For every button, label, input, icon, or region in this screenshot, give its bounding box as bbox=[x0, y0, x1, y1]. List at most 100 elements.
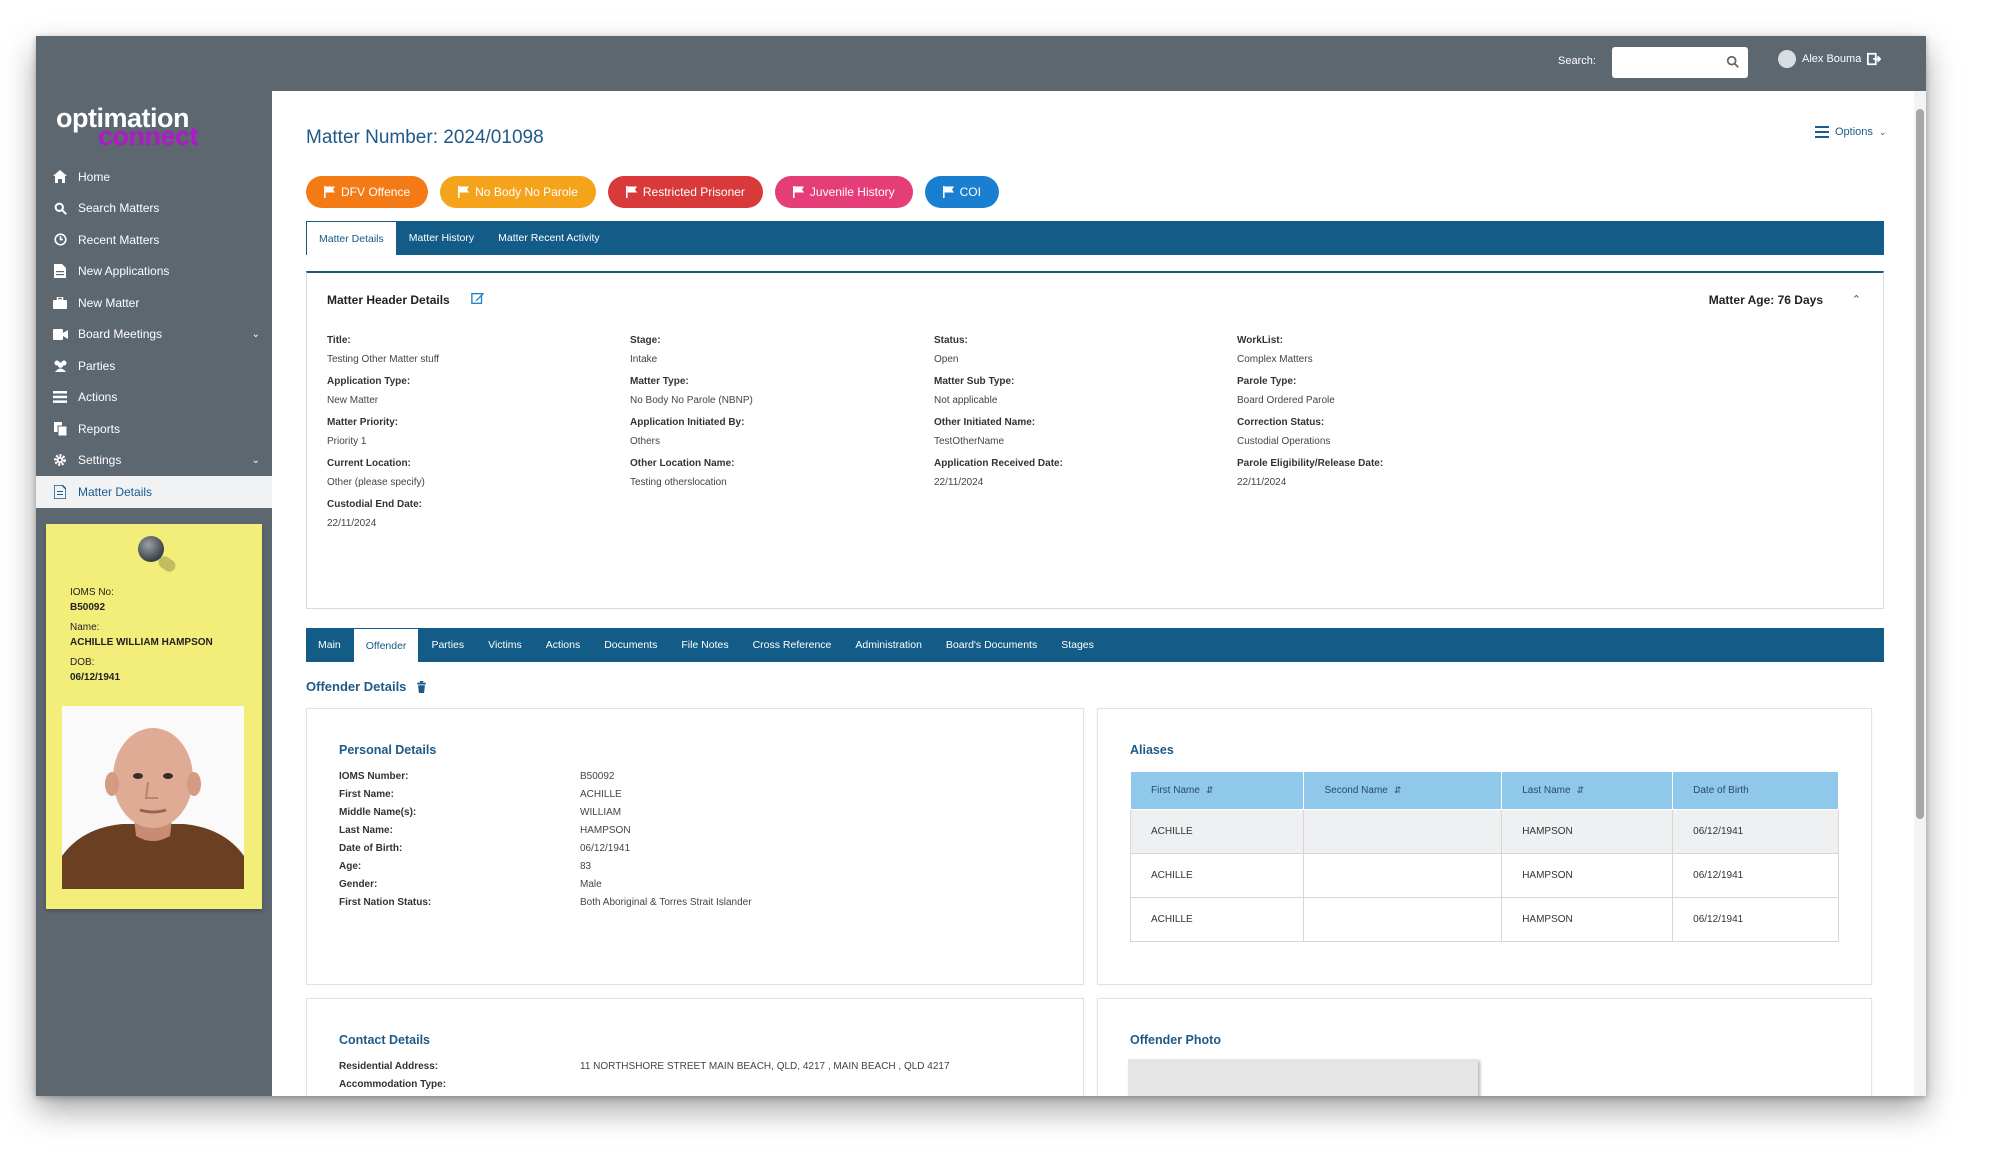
tab-stages[interactable]: Stages bbox=[1049, 628, 1106, 662]
sidebar-item-recent-matters[interactable]: Recent Matters bbox=[36, 224, 272, 256]
column-header[interactable]: Second Name ⇵ bbox=[1303, 771, 1503, 810]
flag-icon bbox=[792, 186, 804, 198]
column-header[interactable]: First Name ⇵ bbox=[1129, 771, 1305, 810]
tab-file-notes[interactable]: File Notes bbox=[669, 628, 740, 662]
logo[interactable]: optimation connect bbox=[56, 105, 256, 155]
logo-subtext: connect bbox=[98, 121, 199, 151]
flag-badge[interactable]: DFV Offence bbox=[306, 176, 429, 208]
detail-label: First Name: bbox=[339, 789, 395, 800]
sort-icon[interactable]: ⇵ bbox=[1577, 785, 1585, 795]
sidebar-item-actions[interactable]: Actions bbox=[36, 382, 272, 414]
user-name: Alex Bouma bbox=[1802, 53, 1862, 65]
tab-matter-history[interactable]: Matter History bbox=[397, 221, 486, 255]
flag-icon bbox=[942, 186, 954, 198]
edit-icon[interactable] bbox=[471, 291, 485, 305]
flag-badge[interactable]: Juvenile History bbox=[774, 176, 913, 208]
sidebar-item-settings[interactable]: Settings ⌄ bbox=[36, 445, 272, 477]
field-value: Others bbox=[630, 436, 661, 447]
tab-documents[interactable]: Documents bbox=[592, 628, 669, 662]
flag-badge[interactable]: No Body No Parole bbox=[440, 176, 596, 208]
flag-badge[interactable]: Restricted Prisoner bbox=[607, 176, 763, 208]
sort-icon[interactable]: ⇵ bbox=[1206, 785, 1214, 795]
flag-badge-label: COI bbox=[959, 185, 981, 199]
chevron-down-icon[interactable]: ⌄ bbox=[252, 455, 260, 466]
table-row[interactable]: ACHILLE HAMPSON 06/12/1941 bbox=[1129, 809, 1839, 854]
tab-victims[interactable]: Victims bbox=[476, 628, 534, 662]
table-cell bbox=[1303, 809, 1503, 854]
scrollbar-thumb[interactable] bbox=[1916, 109, 1924, 819]
field-label: Matter Priority: bbox=[327, 417, 399, 428]
header-field: Title: Testing Other Matter stuff bbox=[327, 335, 439, 365]
table-row[interactable]: ACHILLE HAMPSON 06/12/1941 bbox=[1129, 853, 1839, 898]
table-cell bbox=[1303, 897, 1503, 942]
field-label: Stage: bbox=[630, 335, 661, 346]
chevron-down-icon[interactable]: ⌄ bbox=[252, 329, 260, 340]
tab-administration[interactable]: Administration bbox=[843, 628, 934, 662]
column-header[interactable]: Last Name ⇵ bbox=[1501, 771, 1674, 810]
tab-parties[interactable]: Parties bbox=[419, 628, 476, 662]
document-icon bbox=[52, 484, 68, 500]
sidebar-item-label: Home bbox=[78, 169, 111, 184]
header-field: Application Type: New Matter bbox=[327, 376, 410, 406]
tab-cross-reference[interactable]: Cross Reference bbox=[741, 628, 844, 662]
table-cell: ACHILLE bbox=[1129, 853, 1305, 898]
field-value: Open bbox=[934, 354, 959, 365]
user-menu[interactable]: Alex Bouma bbox=[1778, 50, 1882, 68]
search-icon[interactable] bbox=[1726, 55, 1740, 69]
tab-main[interactable]: Main bbox=[306, 628, 353, 662]
aliases-panel: Aliases First Name ⇵ Second Name ⇵ Last Name… bbox=[1097, 708, 1872, 985]
offender-sticky-note: IOMS No: B50092 Name: ACHILLE WILLIAM HA… bbox=[46, 524, 262, 909]
column-header[interactable]: Date of Birth bbox=[1672, 771, 1839, 810]
options-menu[interactable]: Options ⌄ bbox=[1815, 126, 1886, 138]
offender-photo-title: Offender Photo bbox=[1130, 1033, 1221, 1047]
sidebar-item-label: Parties bbox=[78, 358, 116, 373]
sidebar-item-new-matter[interactable]: New Matter bbox=[36, 287, 272, 319]
sidebar-nav: Home Search Matters Recent Matters New Appl… bbox=[36, 161, 272, 508]
trash-icon[interactable] bbox=[416, 680, 427, 693]
sidebar-item-search-matters[interactable]: Search Matters bbox=[36, 193, 272, 225]
header-field: Matter Type: No Body No Parole (NBNP) bbox=[630, 376, 753, 406]
detail-label: Gender: bbox=[339, 879, 378, 890]
field-value: 22/11/2024 bbox=[327, 518, 377, 529]
detail-label: Age: bbox=[339, 861, 362, 872]
table-row[interactable]: ACHILLE HAMPSON 06/12/1941 bbox=[1129, 897, 1839, 942]
sidebar-item-home[interactable]: Home bbox=[36, 161, 272, 193]
flag-badge-label: Juvenile History bbox=[809, 185, 895, 199]
field-label: Status: bbox=[934, 335, 968, 346]
sort-icon[interactable]: ⇵ bbox=[1394, 785, 1402, 795]
sidebar-item-board-meetings[interactable]: Board Meetings ⌄ bbox=[36, 319, 272, 351]
tab-matter-details[interactable]: Matter Details bbox=[306, 221, 397, 255]
field-label: WorkList: bbox=[1237, 335, 1283, 346]
field-label: Custodial End Date: bbox=[327, 499, 423, 510]
field-value: 22/11/2024 bbox=[1237, 477, 1287, 488]
field-value: New Matter bbox=[327, 395, 379, 406]
flag-badge[interactable]: COI bbox=[924, 176, 999, 208]
field-value: No Body No Parole (NBNP) bbox=[630, 395, 753, 406]
matter-header-card: Matter Header Details Matter Age: 76 Day… bbox=[306, 271, 1884, 609]
sidebar-item-reports[interactable]: Reports bbox=[36, 413, 272, 445]
search-input[interactable] bbox=[1612, 47, 1748, 78]
tab-matter-recent-activity[interactable]: Matter Recent Activity bbox=[486, 221, 612, 255]
sidebar-item-matter-details[interactable]: Matter Details bbox=[36, 476, 272, 508]
sidebar-item-label: Reports bbox=[78, 421, 121, 436]
tab-actions[interactable]: Actions bbox=[534, 628, 592, 662]
detail-value: 11 NORTHSHORE STREET MAIN BEACH, QLD, 42… bbox=[580, 1061, 950, 1072]
matter-tabs: Matter Details Matter History Matter Recen… bbox=[306, 221, 1884, 255]
collapse-icon[interactable]: ⌃ bbox=[1852, 293, 1861, 306]
table-cell: 06/12/1941 bbox=[1672, 809, 1839, 854]
tab-offender[interactable]: Offender bbox=[352, 628, 420, 662]
table-cell: HAMPSON bbox=[1501, 897, 1674, 942]
scrollbar[interactable] bbox=[1914, 91, 1926, 1096]
sidebar-item-parties[interactable]: Parties bbox=[36, 350, 272, 382]
header-field: Parole Type: Board Ordered Parole bbox=[1237, 376, 1335, 406]
options-label: Options bbox=[1835, 126, 1873, 138]
matter-age: Matter Age: 76 Days bbox=[1708, 293, 1823, 307]
header-field: Other Initiated Name: TestOtherName bbox=[934, 417, 1035, 447]
tab-board-s-documents[interactable]: Board's Documents bbox=[934, 628, 1049, 662]
logout-icon[interactable] bbox=[1867, 52, 1882, 66]
field-label: Other Initiated Name: bbox=[934, 417, 1036, 428]
column-header-label: First Name bbox=[1151, 785, 1200, 796]
top-bar: Search: Alex Bouma bbox=[36, 36, 1926, 91]
hamburger-icon bbox=[1815, 126, 1829, 138]
sidebar-item-new-applications[interactable]: New Applications bbox=[36, 256, 272, 288]
